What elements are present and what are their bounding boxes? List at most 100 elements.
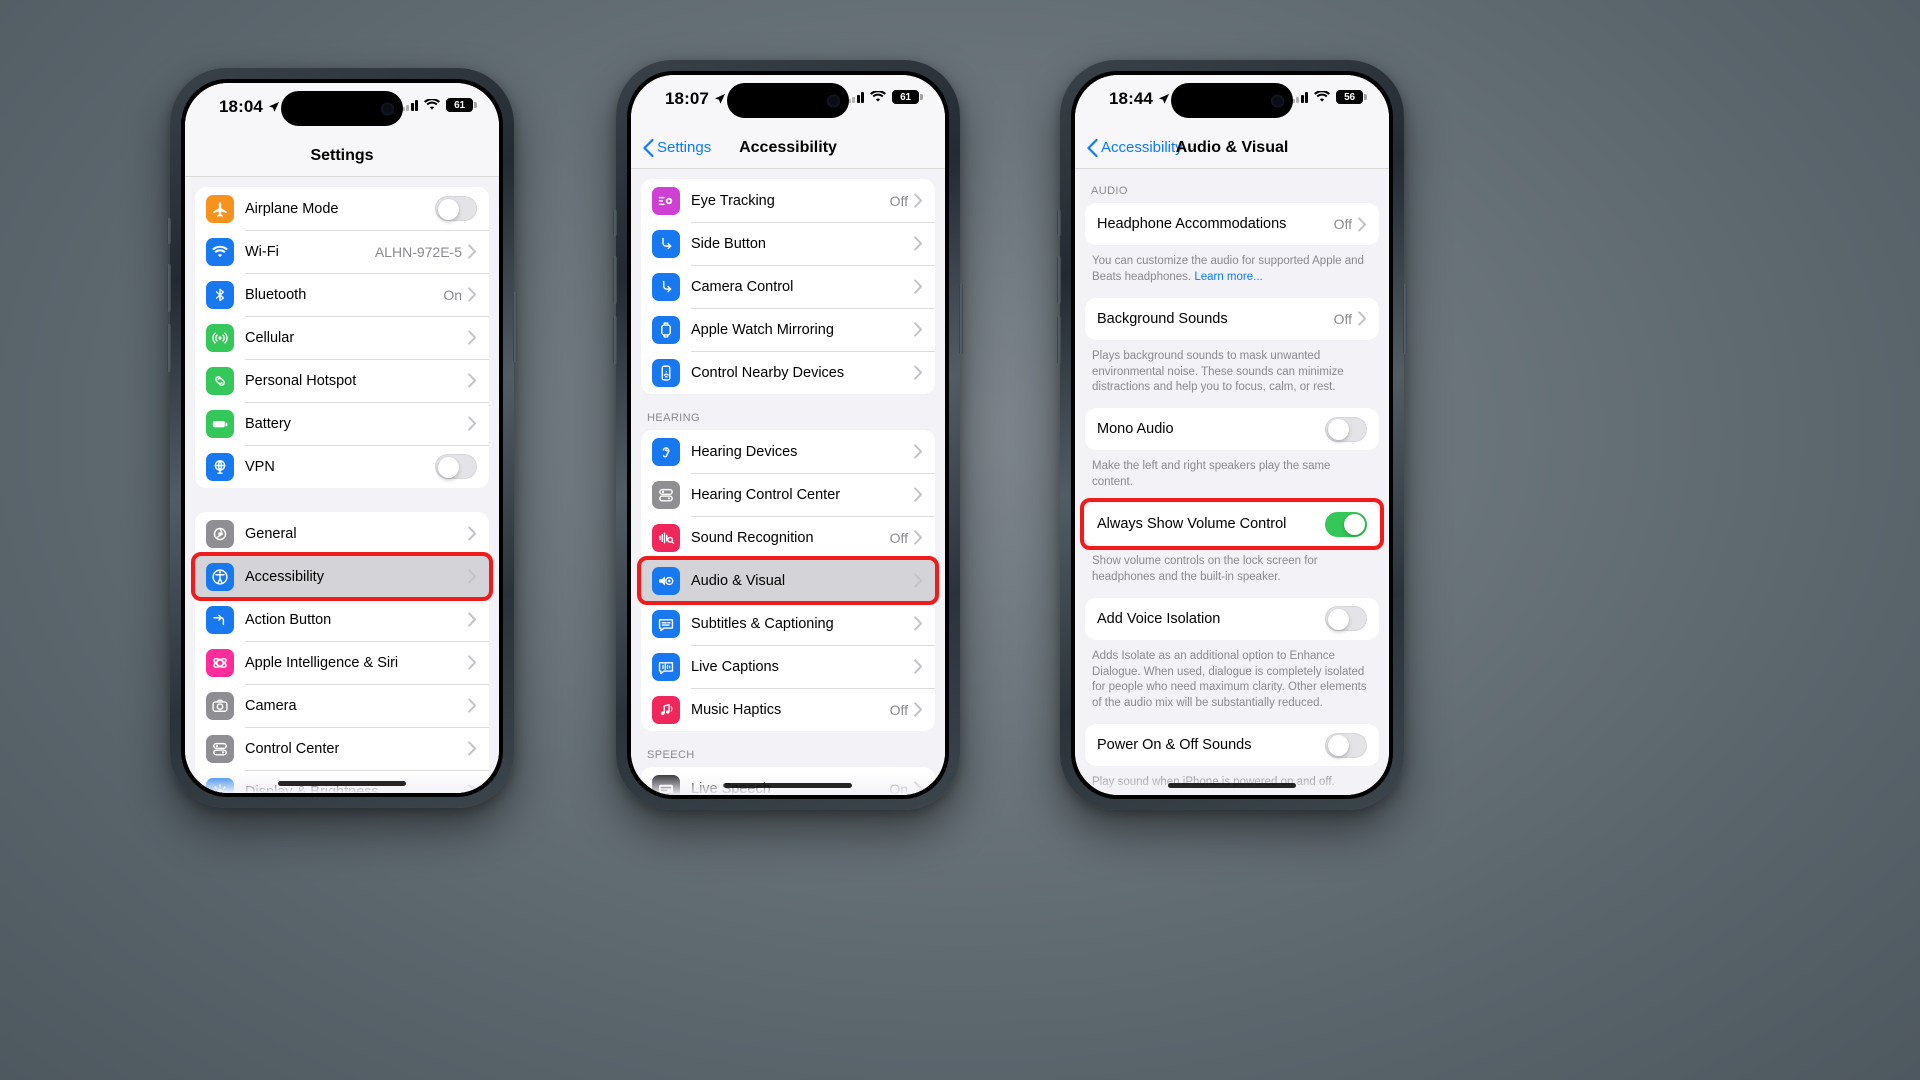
mono-audio-toggle[interactable] xyxy=(1325,416,1367,442)
airplane-icon xyxy=(206,194,234,223)
row-value: Off xyxy=(889,701,908,718)
list-item-apple-intelligence-siri[interactable]: Apple Intelligence & Siri xyxy=(195,641,489,684)
status-bar: 18:04 61 xyxy=(185,83,499,135)
list-item-bluetooth[interactable]: Bluetooth On xyxy=(195,273,489,316)
row-value: On xyxy=(443,286,462,303)
home-indicator[interactable] xyxy=(278,781,406,786)
list-item-subtitles-captioning[interactable]: Subtitles & Captioning xyxy=(641,602,935,645)
list-item-battery[interactable]: Battery xyxy=(195,402,489,445)
list-item-label: Add Voice Isolation xyxy=(1097,610,1221,627)
toggle-knob xyxy=(437,456,459,478)
chevron-right-icon xyxy=(1358,216,1366,232)
list-item-camera[interactable]: Camera xyxy=(195,684,489,727)
list-item-vpn[interactable]: VPN xyxy=(195,445,489,488)
learn-more-link[interactable]: Learn more... xyxy=(1194,271,1262,283)
list-item-eye-tracking[interactable]: Eye Tracking Off xyxy=(641,179,935,222)
home-indicator[interactable] xyxy=(1168,783,1296,788)
gear-icon xyxy=(206,519,234,548)
status-bar: 18:07 61 xyxy=(631,75,945,127)
row-value: On xyxy=(889,780,908,796)
list-item-label: Side Button xyxy=(691,235,766,252)
power-on-off-sounds-toggle[interactable] xyxy=(1325,732,1367,758)
list-item-control-center[interactable]: Control Center xyxy=(195,727,489,770)
accessibility-list[interactable]: Eye Tracking Off Side Button Camera Control… xyxy=(631,169,945,795)
list-item-background-sounds[interactable]: Background Sounds Off xyxy=(1085,298,1379,340)
list-item-live-captions[interactable]: Live Captions xyxy=(641,645,935,688)
mute-switch[interactable] xyxy=(1057,210,1061,236)
chevron-right-icon xyxy=(914,365,922,380)
battery-icon: 61 xyxy=(446,98,477,112)
back-button[interactable]: Settings xyxy=(643,138,712,157)
list-item-general[interactable]: General xyxy=(195,512,489,555)
power-button[interactable] xyxy=(1403,284,1407,354)
volume-down-button[interactable] xyxy=(613,316,617,364)
volume-down-button[interactable] xyxy=(1057,316,1061,364)
list-item-personal-hotspot[interactable]: Personal Hotspot xyxy=(195,359,489,402)
list-item-label: Hearing Devices xyxy=(691,443,798,460)
volume-up-button[interactable] xyxy=(613,256,617,304)
list-item-label: Control Nearby Devices xyxy=(691,364,845,381)
list-item-label: Sound Recognition xyxy=(691,529,814,546)
vpn-toggle[interactable] xyxy=(435,454,477,479)
list-item-hearing-devices[interactable]: Hearing Devices xyxy=(641,430,935,473)
chevron-right-icon xyxy=(468,741,476,756)
list-item-action-button[interactable]: Action Button xyxy=(195,598,489,641)
list-item-live-speech[interactable]: Live SpeechOn xyxy=(641,767,935,795)
list-item-airplane-mode[interactable]: Airplane Mode xyxy=(195,187,489,230)
battery-icon: 61 xyxy=(892,90,923,104)
mute-switch[interactable] xyxy=(167,218,171,244)
always-show-volume-control-toggle[interactable] xyxy=(1325,511,1367,537)
chevron-right-icon xyxy=(914,487,922,502)
chevron-right-icon xyxy=(468,244,476,259)
toggle-knob xyxy=(437,198,459,220)
list-item-power-on-off-sounds[interactable]: Power On & Off Sounds xyxy=(1085,724,1379,766)
list-item-label: Headphone Accommodations xyxy=(1097,216,1287,232)
page-title: Accessibility xyxy=(739,138,837,156)
battery-icon xyxy=(206,409,234,438)
live-speech-icon xyxy=(652,774,680,795)
eye-tracking-icon xyxy=(652,186,680,215)
side-button-icon xyxy=(652,229,680,258)
list-item-side-button[interactable]: Side Button xyxy=(641,222,935,265)
accessibility-icon xyxy=(206,562,234,591)
list-item-always-show-volume-control[interactable]: Always Show Volume Control xyxy=(1085,503,1379,545)
settings-group: Mono Audio xyxy=(1085,408,1379,451)
audio-visual-list[interactable]: AUDIO Headphone Accommodations Off You can … xyxy=(1075,169,1389,795)
live-captions-icon xyxy=(652,652,680,681)
list-item-label: Personal Hotspot xyxy=(245,372,357,389)
list-item-music-haptics[interactable]: Music Haptics Off xyxy=(641,688,935,731)
volume-up-button[interactable] xyxy=(1057,256,1061,304)
list-item-audio-visual[interactable]: Audio & Visual xyxy=(641,559,935,602)
list-item-wi-fi[interactable]: Wi-Fi ALHN-972E-5 xyxy=(195,230,489,273)
list-item-mono-audio[interactable]: Mono Audio xyxy=(1085,408,1379,450)
list-item-camera-control[interactable]: Camera Control xyxy=(641,265,935,308)
chevron-right-icon xyxy=(468,373,476,388)
list-item-hearing-control-center[interactable]: Hearing Control Center xyxy=(641,473,935,516)
volume-up-button[interactable] xyxy=(167,264,171,312)
chevron-right-icon xyxy=(468,698,476,713)
list-item-cellular[interactable]: Cellular xyxy=(195,316,489,359)
back-button-label: Settings xyxy=(657,139,712,156)
list-item-headphone-accommodations[interactable]: Headphone Accommodations Off xyxy=(1085,203,1379,245)
chevron-right-icon xyxy=(468,612,476,627)
power-button[interactable] xyxy=(513,292,517,362)
settings-list[interactable]: Airplane Mode Wi-Fi ALHN-972E-5 Bluetooth On… xyxy=(185,177,499,793)
airplane-mode-toggle[interactable] xyxy=(435,196,477,221)
settings-group: General Accessibility Action Button Apple I… xyxy=(195,512,489,793)
toggle-knob xyxy=(1343,514,1365,536)
list-item-apple-watch-mirroring[interactable]: Apple Watch Mirroring xyxy=(641,308,935,351)
list-item-accessibility[interactable]: Accessibility xyxy=(195,555,489,598)
chevron-right-icon xyxy=(914,530,922,545)
list-item-add-voice-isolation[interactable]: Add Voice Isolation xyxy=(1085,598,1379,640)
add-voice-isolation-toggle[interactable] xyxy=(1325,606,1367,632)
list-item-control-nearby-devices[interactable]: Control Nearby Devices xyxy=(641,351,935,394)
list-item-sound-recognition[interactable]: Sound Recognition Off xyxy=(641,516,935,559)
volume-down-button[interactable] xyxy=(167,324,171,372)
mute-switch[interactable] xyxy=(613,210,617,236)
note-text: Show volume controls on the lock screen … xyxy=(1092,555,1318,583)
power-button[interactable] xyxy=(959,284,963,354)
back-button-label: Accessibility xyxy=(1101,139,1183,156)
home-indicator[interactable] xyxy=(724,783,852,788)
back-button[interactable]: Accessibility xyxy=(1087,138,1183,157)
